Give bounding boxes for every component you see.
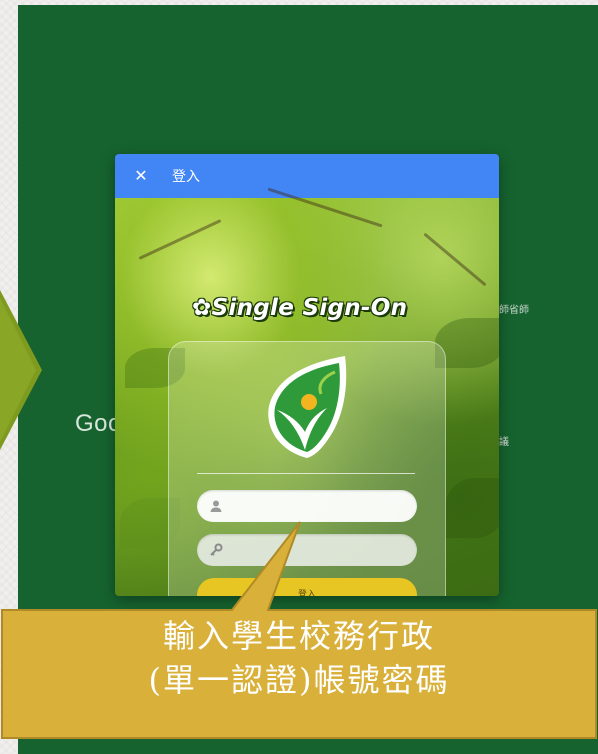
callout-line-2: (單一認證)帳號密碼	[148, 661, 450, 699]
callout-text: 輸入學生校務行政 (單一認證)帳號密碼	[2, 614, 596, 702]
callout-line-1: 輸入學生校務行政	[162, 617, 435, 655]
